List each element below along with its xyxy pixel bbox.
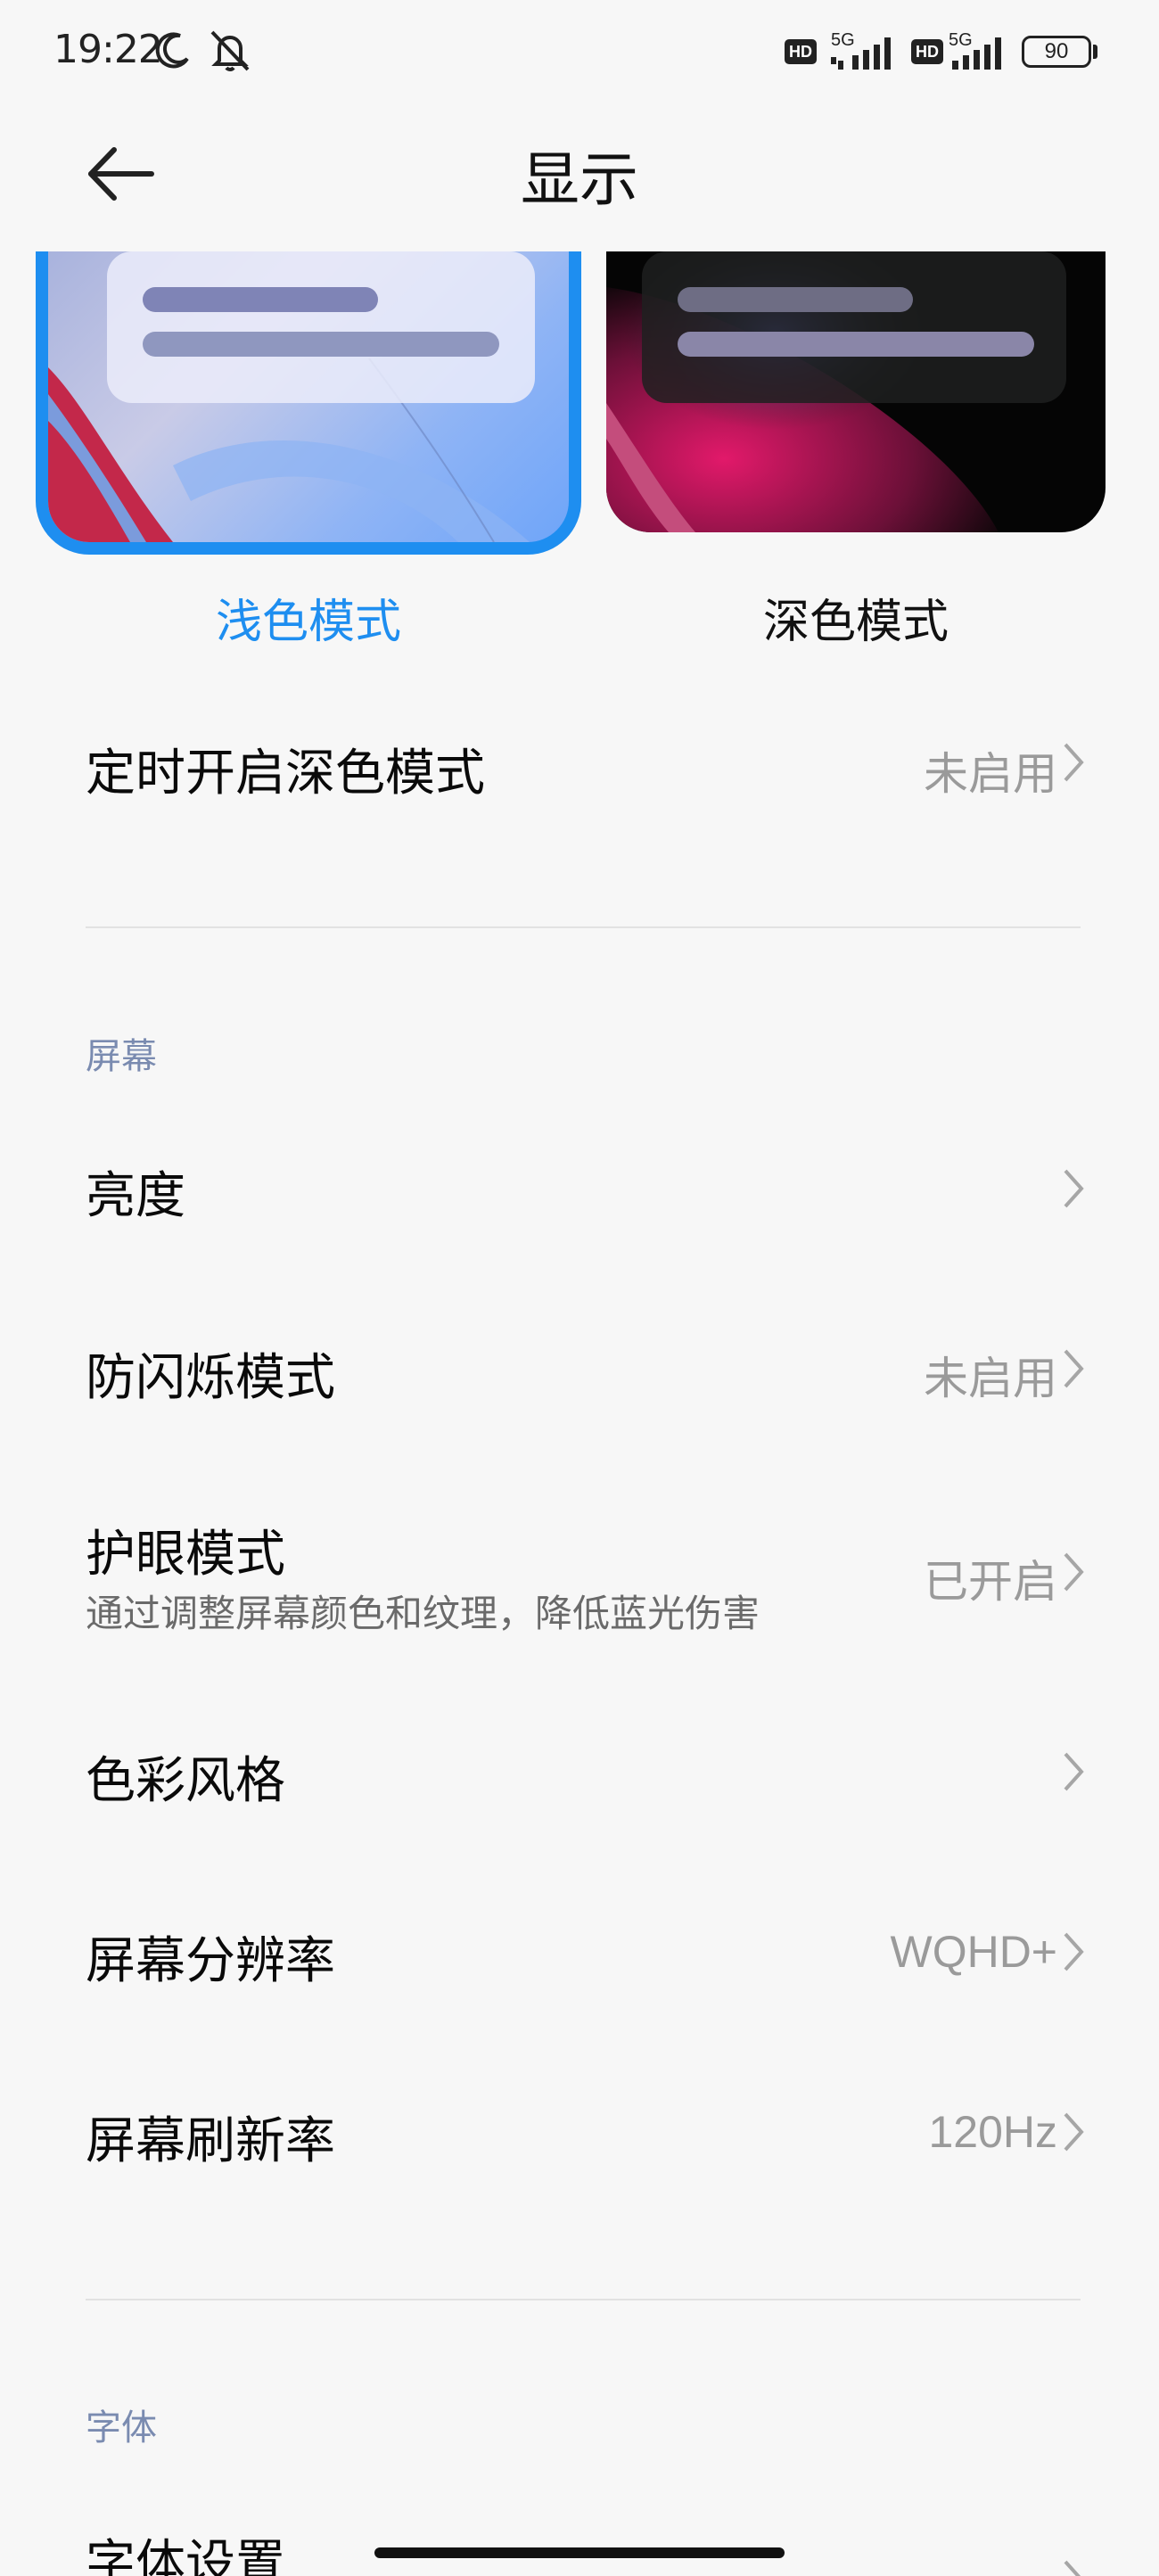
light-preview-line bbox=[143, 332, 499, 357]
chevron-right-icon bbox=[1064, 743, 1084, 782]
row-title: 定时开启深色模式 bbox=[86, 745, 485, 802]
status-bar: 19:22 HD 5G HD 5G 90 bbox=[0, 0, 1159, 107]
row-value: 未启用 bbox=[924, 1354, 1057, 1403]
signal-strength-icon bbox=[831, 37, 891, 70]
brightness-row[interactable]: 亮度 bbox=[0, 1147, 1159, 1245]
header: 显示 bbox=[0, 107, 1159, 250]
row-value: 已开启 bbox=[924, 1557, 1057, 1607]
row-title: 防闪烁模式 bbox=[86, 1349, 335, 1407]
section-label-screen: 屏幕 bbox=[86, 1036, 157, 1077]
mute-icon bbox=[210, 30, 250, 71]
hd-badge: HD bbox=[785, 39, 817, 64]
page-title: 显示 bbox=[521, 145, 638, 214]
chevron-right-icon bbox=[1064, 2112, 1084, 2152]
divider bbox=[86, 2299, 1081, 2300]
light-mode-label[interactable]: 浅色模式 bbox=[36, 584, 581, 651]
row-subtitle: 通过调整屏幕颜色和纹理，降低蓝光伤害 bbox=[86, 1592, 760, 1635]
refresh-rate-row[interactable]: 屏幕刷新率 120Hz bbox=[0, 2090, 1159, 2188]
chevron-right-icon bbox=[1064, 1169, 1084, 1208]
row-value: 120Hz bbox=[928, 2107, 1057, 2157]
row-title: 护眼模式 bbox=[86, 1526, 285, 1584]
light-preview-panel bbox=[107, 251, 535, 403]
chevron-right-icon bbox=[1064, 1349, 1084, 1388]
row-title: 屏幕分辨率 bbox=[86, 1932, 335, 1990]
chevron-right-icon bbox=[1064, 1552, 1084, 1592]
color-style-row[interactable]: 色彩风格 bbox=[0, 1730, 1159, 1828]
hd-badge: HD bbox=[911, 39, 943, 64]
dark-preview-line bbox=[678, 332, 1034, 357]
signal-strength-icon bbox=[952, 37, 1001, 70]
dark-mode-label[interactable]: 深色模式 bbox=[606, 584, 1106, 651]
battery-icon: 90 bbox=[1022, 36, 1091, 68]
chevron-right-icon bbox=[1064, 2560, 1081, 2576]
eye-care-row[interactable]: 护眼模式 通过调整屏幕颜色和纹理，降低蓝光伤害 已开启 bbox=[0, 1507, 1159, 1650]
anti-flicker-row[interactable]: 防闪烁模式 未启用 bbox=[0, 1327, 1159, 1425]
section-label-font: 字体 bbox=[86, 2407, 157, 2448]
home-indicator[interactable] bbox=[374, 2547, 785, 2558]
row-title: 屏幕刷新率 bbox=[86, 2112, 335, 2170]
dark-preview-line bbox=[678, 287, 913, 312]
divider bbox=[86, 926, 1081, 928]
dark-mode-preview[interactable] bbox=[606, 251, 1106, 532]
row-title: 字体设置 bbox=[86, 2535, 285, 2576]
row-value: WQHD+ bbox=[890, 1927, 1058, 1977]
font-settings-row[interactable]: 字体设置 bbox=[0, 2511, 1159, 2576]
chevron-right-icon bbox=[1064, 1752, 1084, 1791]
light-preview-line bbox=[143, 287, 378, 312]
status-time: 19:22 bbox=[53, 27, 163, 72]
battery-tip bbox=[1093, 45, 1097, 59]
dark-preview-panel bbox=[642, 251, 1066, 403]
chevron-right-icon bbox=[1064, 1932, 1084, 1971]
screen-resolution-row[interactable]: 屏幕分辨率 WQHD+ bbox=[0, 1910, 1159, 2008]
light-mode-preview[interactable] bbox=[36, 251, 581, 555]
row-title: 亮度 bbox=[86, 1167, 185, 1225]
schedule-dark-mode-row[interactable]: 定时开启深色模式 未启用 bbox=[0, 722, 1159, 820]
row-value: 未启用 bbox=[924, 749, 1057, 799]
battery-level: 90 bbox=[1044, 39, 1069, 63]
moon-icon bbox=[155, 32, 189, 69]
row-title: 色彩风格 bbox=[86, 1752, 285, 1810]
